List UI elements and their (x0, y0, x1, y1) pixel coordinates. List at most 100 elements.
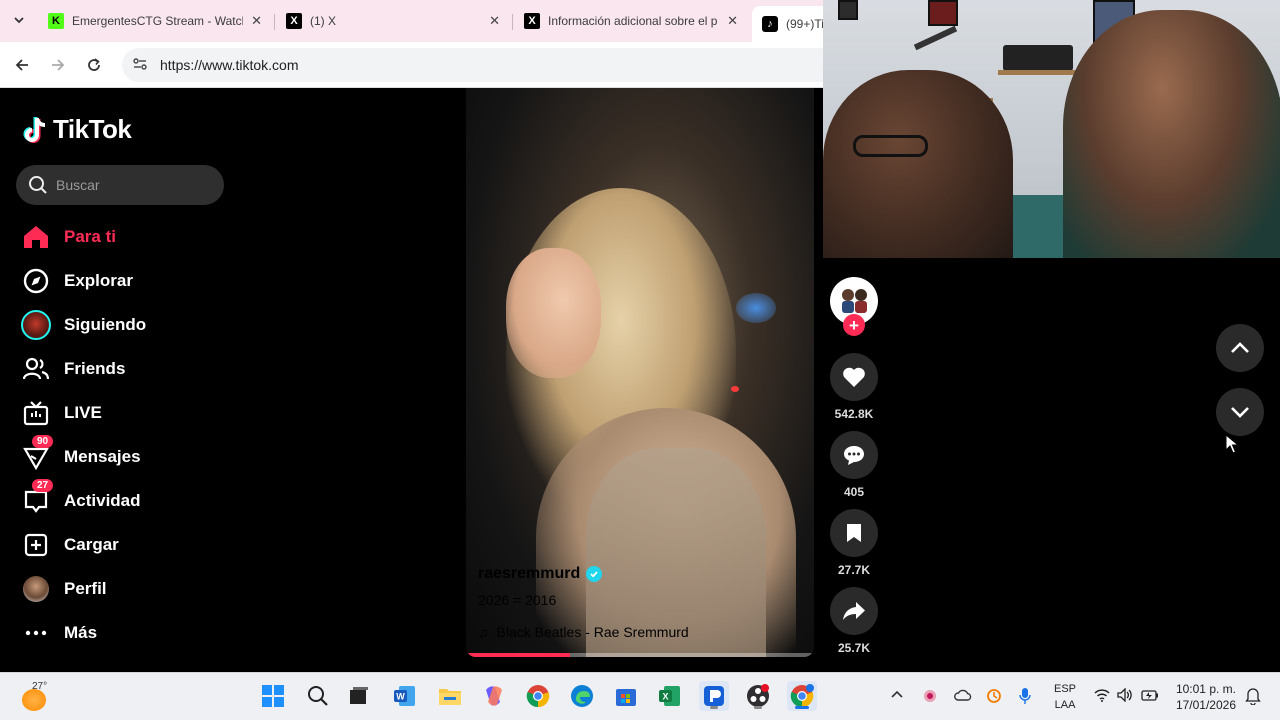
chrome-app[interactable] (523, 681, 553, 711)
nav-for-you[interactable]: Para ti (20, 217, 116, 257)
file-explorer-app[interactable] (435, 681, 465, 711)
battery-icon[interactable] (1141, 688, 1159, 705)
tab-title: EmergentesCTG Stream - Watch (72, 14, 244, 28)
comment-action[interactable]: 405 (830, 431, 878, 499)
sync-icon[interactable] (986, 688, 1002, 707)
video-music[interactable]: ♫ Black Beatles - Rae Sremmurd (478, 624, 689, 640)
tab-title: (1) X (310, 14, 337, 28)
system-clock[interactable]: 10:01 p. m. 17/01/2026 (1170, 681, 1236, 713)
nav-activity[interactable]: 27 Actividad (20, 479, 141, 521)
video-username[interactable]: raesremmurd (478, 565, 603, 583)
copilot-app[interactable] (479, 681, 509, 711)
volume-icon[interactable] (1117, 687, 1133, 705)
browser-tab-active[interactable]: ♪ (99+)Ti (752, 6, 823, 42)
save-button[interactable] (830, 509, 878, 557)
tiktok-logo[interactable]: TikTok (23, 114, 132, 145)
music-note-icon: ♫ (478, 624, 489, 640)
next-video-button[interactable] (1216, 388, 1264, 436)
notification-bell-icon[interactable] (1245, 687, 1261, 708)
input-language-indicator[interactable]: ESP LAA (1054, 681, 1076, 713)
tray-app-icon[interactable] (922, 688, 938, 707)
taskbar-search-button[interactable] (303, 681, 333, 711)
edge-icon (571, 685, 593, 707)
share-button[interactable] (830, 587, 878, 635)
comment-button[interactable] (830, 431, 878, 479)
verified-icon (586, 566, 603, 582)
forward-button[interactable] (40, 47, 76, 83)
obs-app[interactable] (743, 681, 773, 711)
search-input[interactable] (56, 177, 206, 193)
follow-button[interactable]: + (843, 314, 865, 336)
wall-speaker (1003, 45, 1073, 71)
tiktok-note-icon (23, 116, 46, 143)
following-avatar-icon (20, 309, 52, 341)
logo-text: TikTok (53, 114, 132, 144)
like-count: 542.8K (834, 407, 874, 421)
browser-tab[interactable]: K EmergentesCTG Stream - Watch ✕ (38, 6, 272, 36)
reload-button[interactable] (76, 47, 112, 83)
weather-widget[interactable]: 27° (18, 681, 50, 713)
screen: K EmergentesCTG Stream - Watch ✕ X (1) X… (0, 0, 1280, 720)
nav-messages[interactable]: 90 Mensajes (20, 435, 141, 477)
like-action[interactable]: 542.8K (830, 353, 878, 421)
close-icon[interactable]: ✕ (251, 13, 262, 29)
nav-friends[interactable]: Friends (20, 349, 125, 389)
microphone-icon[interactable] (1019, 687, 1031, 708)
windows-start-icon (262, 685, 284, 707)
chevron-down-icon (14, 17, 24, 24)
upload-icon (20, 529, 52, 561)
nav-explore[interactable]: Explorar (20, 261, 133, 301)
tray-overflow-chevron-icon[interactable] (891, 686, 903, 701)
file-explorer-icon (439, 689, 461, 705)
video-progress-bar[interactable] (466, 653, 814, 657)
share-action[interactable]: 25.7K (830, 587, 878, 655)
chrome-profile-app[interactable] (787, 681, 817, 711)
share-count: 25.7K (837, 641, 871, 655)
browser-tab[interactable]: X (1) X ✕ (276, 6, 510, 36)
close-icon[interactable]: ✕ (727, 13, 738, 29)
task-view-button[interactable] (344, 681, 374, 711)
search-icon (308, 686, 328, 706)
language-code: ESP (1054, 683, 1077, 695)
nav-following[interactable]: Siguiendo (20, 305, 146, 345)
word-app[interactable]: W (390, 681, 420, 711)
tiktok-icon: ♪ (762, 16, 778, 32)
nav-live[interactable]: LIVE (20, 393, 102, 433)
home-icon (20, 221, 52, 253)
edge-app[interactable] (567, 681, 597, 711)
chrome-icon (526, 685, 550, 708)
search-box[interactable] (16, 165, 224, 205)
pinned-app[interactable] (699, 681, 729, 711)
live-tv-icon (20, 397, 52, 429)
clock-date: 17/01/2026 (1175, 698, 1236, 712)
nav-more[interactable]: Más (20, 613, 97, 653)
wifi-icon[interactable] (1094, 688, 1110, 705)
start-button[interactable] (258, 681, 288, 711)
site-settings-icon[interactable] (132, 56, 148, 75)
address-bar[interactable]: https://www.tiktok.com (122, 48, 842, 82)
video-player[interactable]: raesremmurd 2026 = 2016 ♫ Black Beatles … (466, 88, 814, 657)
nav-label: Perfil (64, 579, 107, 598)
nav-profile[interactable]: Perfil (20, 569, 107, 609)
store-app[interactable] (611, 681, 641, 711)
back-button[interactable] (4, 47, 40, 83)
browser-tab[interactable]: X Información adicional sobre el p ✕ (514, 6, 748, 36)
like-button[interactable] (830, 353, 878, 401)
close-icon[interactable]: ✕ (489, 13, 500, 29)
nav-label: Siguiendo (64, 315, 147, 334)
music-title: Black Beatles - Rae Sremmurd (496, 624, 689, 640)
weather-icon (22, 689, 46, 711)
nav-label: Explorar (64, 271, 133, 290)
excel-app[interactable]: X (655, 681, 685, 711)
tab-search-button[interactable] (8, 9, 30, 31)
nav-upload[interactable]: Cargar (20, 525, 119, 565)
keyboard-layout: LAA (1054, 699, 1076, 711)
url-text: https://www.tiktok.com (160, 57, 299, 73)
onedrive-icon[interactable] (954, 688, 972, 705)
obs-icon (747, 684, 769, 707)
svg-text:W: W (396, 692, 405, 702)
save-action[interactable]: 27.7K (830, 509, 878, 577)
previous-video-button[interactable] (1216, 324, 1264, 372)
tab-separator (274, 14, 275, 30)
video-caption: 2026 = 2016 (478, 592, 557, 608)
